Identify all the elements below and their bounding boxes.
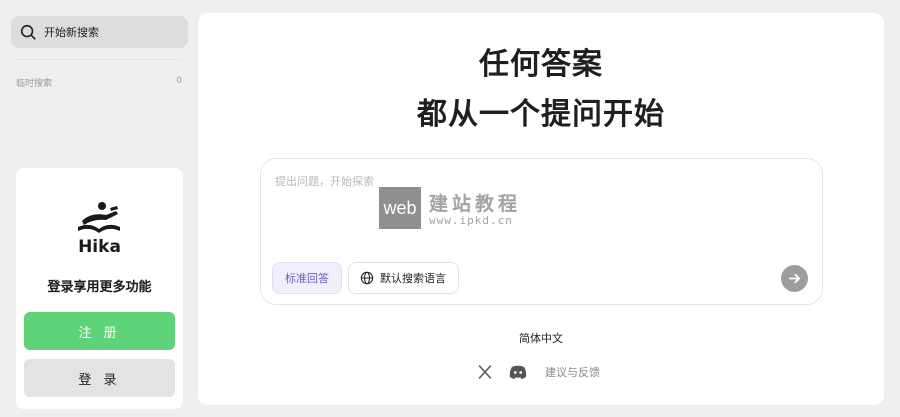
interface-language-switch[interactable]: 简体中文 [198, 330, 884, 346]
send-button[interactable] [781, 265, 808, 292]
sidebar-divider [16, 59, 182, 60]
login-promo-text: 登录享用更多功能 [47, 280, 152, 295]
watermark: web 建站教程 www.ipkd.cn [379, 187, 529, 231]
brand-name: Hika [78, 237, 121, 257]
answer-mode-chip[interactable]: 标准回答 [272, 262, 342, 294]
sidebar: 开始新搜索 临时搜索 0 Hika 登录享用更多功能 注 册 登 录 [0, 0, 198, 417]
headline-line-1: 任何答案 [479, 47, 603, 82]
query-input[interactable] [275, 171, 795, 191]
arrow-right-icon [788, 273, 801, 284]
new-search-label: 开始新搜索 [44, 26, 99, 39]
watermark-logo: web [379, 187, 421, 229]
search-language-chip[interactable]: 默认搜索语言 [348, 262, 459, 294]
globe-icon [360, 271, 374, 285]
temp-search-row[interactable]: 临时搜索 0 [16, 76, 182, 89]
watermark-text: 建站教程 [429, 193, 522, 215]
main-panel: 任何答案 都从一个提问开始 web 建站教程 www.ipkd.cn 标准回答 … [198, 13, 884, 405]
login-card: Hika 登录享用更多功能 注 册 登 录 [16, 168, 183, 409]
hika-reader-logo [78, 202, 120, 233]
temp-search-label: 临时搜索 [16, 79, 53, 89]
feedback-link[interactable]: 建议与反馈 [545, 364, 600, 380]
search-language-label: 默认搜索语言 [380, 272, 446, 285]
headline-line-2: 都从一个提问开始 [417, 97, 665, 132]
discord-icon[interactable] [509, 364, 527, 380]
footer-links: 建议与反馈 [477, 363, 600, 381]
watermark-url: www.ipkd.cn [429, 214, 513, 227]
search-icon [20, 24, 36, 40]
register-button[interactable]: 注 册 [24, 312, 175, 350]
query-box: web 建站教程 www.ipkd.cn 标准回答 默认搜索语言 [260, 158, 823, 305]
login-button[interactable]: 登 录 [24, 359, 175, 397]
x-icon[interactable] [477, 364, 493, 380]
temp-search-count: 0 [176, 76, 182, 86]
answer-mode-label: 标准回答 [285, 272, 329, 285]
new-search-button[interactable]: 开始新搜索 [11, 16, 188, 48]
